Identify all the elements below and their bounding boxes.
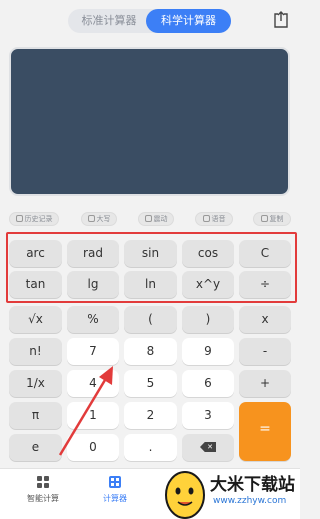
- key-subtract[interactable]: -: [239, 338, 291, 365]
- key-7[interactable]: 7: [67, 338, 119, 365]
- watermark-url: www.zzhyw.com: [213, 496, 287, 506]
- history-button[interactable]: 历史记录: [9, 212, 59, 226]
- nav-calculator[interactable]: 计算器: [80, 475, 150, 504]
- egg-mascot-logo: [165, 471, 205, 519]
- nav-smart-calculation[interactable]: 智能计算: [8, 475, 78, 504]
- key-arc[interactable]: arc: [9, 240, 62, 267]
- key-add[interactable]: +: [239, 370, 291, 397]
- uppercase-label: 大写: [96, 215, 111, 223]
- calculator-mode-toggle: 标准计算器 科学计算器: [68, 9, 231, 33]
- key-pi[interactable]: π: [9, 402, 62, 429]
- tab-scientific-calculator[interactable]: 科学计算器: [146, 9, 231, 33]
- key-multiply[interactable]: x: [239, 306, 291, 333]
- vibration-label: 震动: [153, 215, 168, 223]
- key-factorial[interactable]: n!: [9, 338, 62, 365]
- voice-button[interactable]: 语音: [195, 212, 233, 226]
- backspace-icon: ✕: [200, 442, 216, 452]
- voice-label: 语音: [211, 215, 226, 223]
- key-decimal[interactable]: .: [124, 434, 177, 461]
- key-backspace[interactable]: ✕: [182, 434, 234, 461]
- top-bar: 标准计算器 科学计算器: [0, 0, 300, 42]
- copy-icon: [260, 215, 268, 222]
- calculator-icon: [109, 476, 121, 488]
- result-display: [9, 47, 290, 196]
- key-6[interactable]: 6: [182, 370, 234, 397]
- history-icon: [15, 215, 23, 222]
- key-5[interactable]: 5: [124, 370, 177, 397]
- key-close-paren[interactable]: ): [182, 306, 234, 333]
- key-power[interactable]: x^y: [182, 271, 234, 298]
- key-open-paren[interactable]: (: [124, 306, 177, 333]
- key-divide[interactable]: ÷: [239, 271, 291, 298]
- key-cos[interactable]: cos: [182, 240, 234, 267]
- key-percent[interactable]: %: [67, 306, 119, 333]
- nav-smart-calculation-label: 智能计算: [27, 494, 59, 503]
- key-ln[interactable]: ln: [124, 271, 177, 298]
- tab-standard-calculator[interactable]: 标准计算器: [72, 9, 146, 33]
- key-4[interactable]: 4: [67, 370, 119, 397]
- voice-icon: [202, 215, 210, 222]
- history-label: 历史记录: [24, 215, 53, 223]
- key-9[interactable]: 9: [182, 338, 234, 365]
- key-0[interactable]: 0: [67, 434, 119, 461]
- watermark-title: 大米下载站: [210, 475, 295, 495]
- copy-label: 复制: [269, 215, 284, 223]
- watermark: 大米下载站 www.zzhyw.com: [158, 465, 300, 519]
- vibration-icon: [144, 215, 152, 222]
- export-icon[interactable]: [273, 11, 289, 29]
- key-tan[interactable]: tan: [9, 271, 62, 298]
- key-clear[interactable]: C: [239, 240, 291, 267]
- key-3[interactable]: 3: [182, 402, 234, 429]
- grid-icon: [37, 476, 49, 488]
- key-reciprocal[interactable]: 1/x: [9, 370, 62, 397]
- uppercase-button[interactable]: 大写: [81, 212, 117, 226]
- key-e[interactable]: e: [9, 434, 62, 461]
- key-rad[interactable]: rad: [67, 240, 119, 267]
- nav-calculator-label: 计算器: [103, 494, 127, 503]
- key-8[interactable]: 8: [124, 338, 177, 365]
- key-sqrt[interactable]: √x: [9, 306, 62, 333]
- uppercase-icon: [87, 215, 95, 222]
- vibration-button[interactable]: 震动: [138, 212, 174, 226]
- key-2[interactable]: 2: [124, 402, 177, 429]
- key-equals[interactable]: =: [239, 402, 291, 461]
- key-sin[interactable]: sin: [124, 240, 177, 267]
- key-1[interactable]: 1: [67, 402, 119, 429]
- copy-button[interactable]: 复制: [253, 212, 291, 226]
- key-lg[interactable]: lg: [67, 271, 119, 298]
